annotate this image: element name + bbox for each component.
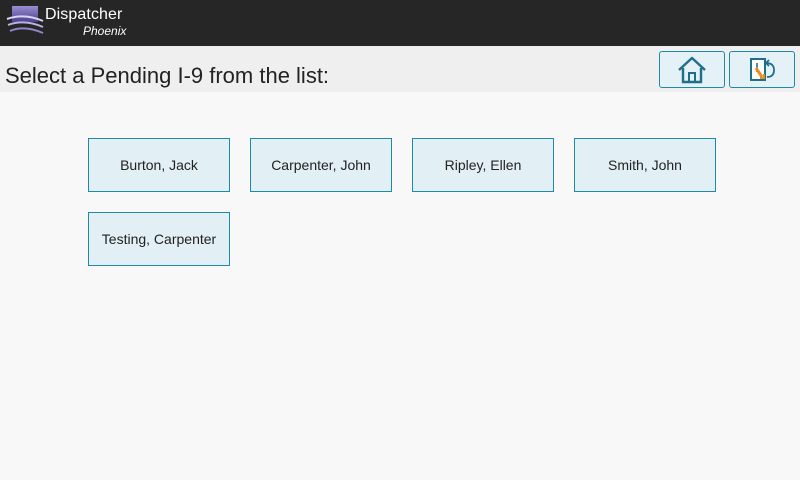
logo-mark-icon [6, 6, 44, 34]
list-item[interactable]: Testing, Carpenter [88, 212, 230, 266]
home-icon [678, 56, 706, 83]
list-item[interactable]: Burton, Jack [88, 138, 230, 192]
exit-back-icon [750, 57, 775, 81]
app-root: Dispatcher Phoenix Select a Pending I-9 … [0, 0, 800, 480]
list-item[interactable]: Smith, John [574, 138, 716, 192]
header-bar: Dispatcher Phoenix [0, 0, 800, 46]
page-title: Select a Pending I-9 from the list: [5, 63, 330, 88]
app-name: Dispatcher [45, 6, 123, 23]
home-button[interactable] [659, 51, 725, 88]
title-bar: Select a Pending I-9 from the list: [0, 46, 800, 92]
list-item[interactable]: Ripley, Ellen [412, 138, 554, 192]
app-subtitle: Phoenix [83, 24, 127, 38]
list-item[interactable]: Carpenter, John [250, 138, 392, 192]
pending-i9-list: Burton, Jack Carpenter, John Ripley, Ell… [0, 92, 800, 480]
app-logo: Dispatcher Phoenix [6, 3, 136, 41]
exit-back-button[interactable] [729, 51, 795, 88]
